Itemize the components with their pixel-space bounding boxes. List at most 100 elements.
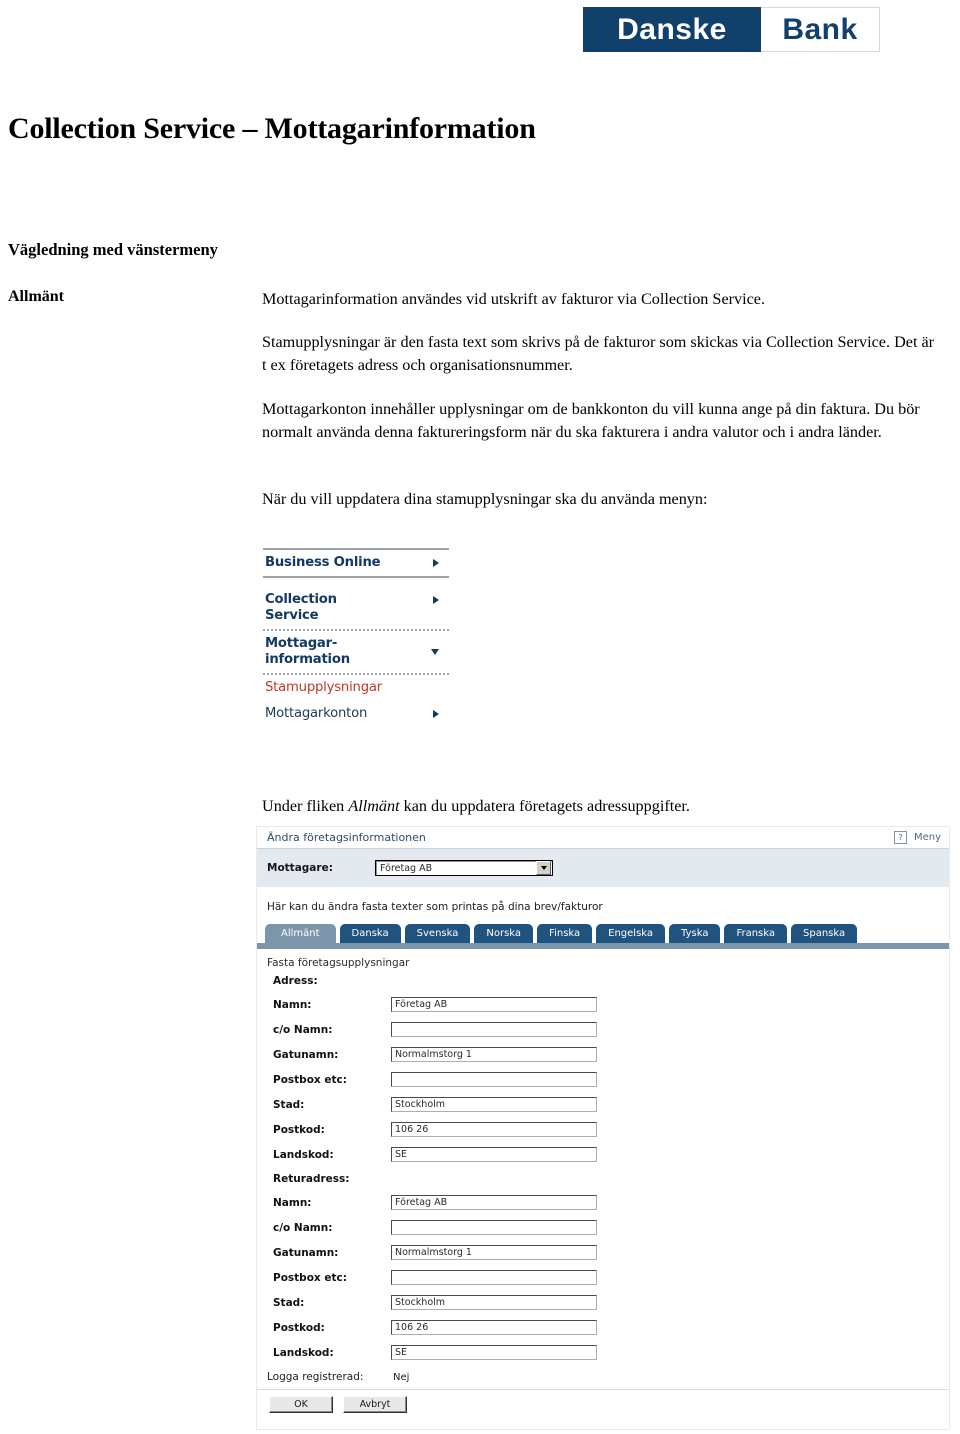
paragraph-1: Mottagarinformation användes vid utskrif…: [262, 290, 766, 308]
return-postkod-label: Postkod:: [273, 1321, 325, 1334]
logo-registered-label: Logga registrerad:: [267, 1371, 364, 1383]
return-landskod-input[interactable]: SE: [391, 1345, 597, 1360]
paragraph-4: När du vill uppdatera dina stamupplysnin…: [262, 490, 708, 508]
return-gatunamn-label: Gatunamn:: [273, 1246, 339, 1259]
menu-item-business-online[interactable]: Business Online: [263, 550, 451, 576]
logo-bank-word: Bank: [761, 7, 880, 52]
chevron-right-icon: [433, 559, 439, 567]
paragraph-5-after: kan du uppdatera företagets adressuppgif…: [399, 797, 690, 815]
table-row: Gatunamn: Normalmstorg 1: [267, 1240, 949, 1265]
logo-registered-row: Logga registrerad: Nej: [267, 1365, 949, 1389]
tab-tyska[interactable]: Tyska: [669, 924, 721, 943]
address-landskod-input[interactable]: SE: [391, 1147, 597, 1162]
menu-item-business-online-label: Business Online: [265, 555, 381, 570]
return-postbox-label: Postbox etc:: [273, 1271, 347, 1284]
address-co-namn-input[interactable]: [391, 1022, 597, 1037]
field-row: c/o Namn:: [267, 1017, 949, 1042]
paragraph-3: Mottagarkonton innehåller upplysningar o…: [262, 400, 920, 441]
logo-danske-word: Danske: [583, 7, 761, 52]
field-row: Namn: Företag AB: [267, 992, 949, 1017]
left-menu-screenshot: Business Online Collection Service Mottag…: [263, 548, 451, 727]
return-namn-input[interactable]: Företag AB: [391, 1195, 597, 1210]
address-stad-label: Stad:: [273, 1098, 305, 1111]
tab-norska[interactable]: Norska: [474, 924, 534, 943]
return-namn-label: Namn:: [273, 1196, 312, 1209]
return-co-namn-input[interactable]: [391, 1220, 597, 1235]
paragraph-5-before: Under fliken: [262, 797, 349, 815]
menu-item-collection-service[interactable]: Collection Service: [263, 587, 451, 629]
return-stad-input[interactable]: Stockholm: [391, 1295, 597, 1310]
cancel-button[interactable]: Avbryt: [343, 1396, 407, 1413]
tab-allmant[interactable]: Allmänt: [265, 924, 336, 943]
address-section-title: Adress:: [273, 975, 318, 987]
tab-danska[interactable]: Danska: [339, 924, 401, 943]
table-row: Namn: Företag AB: [267, 1190, 949, 1215]
chevron-down-icon[interactable]: [536, 861, 551, 875]
ok-button[interactable]: OK: [269, 1396, 333, 1413]
recipient-select-value: Företag AB: [380, 862, 433, 874]
table-row: Landskod: SE: [267, 1340, 949, 1365]
menu-item-mottagarkonton[interactable]: Mottagarkonton: [263, 701, 451, 727]
address-postkod-input[interactable]: 106 26: [391, 1122, 597, 1137]
field-row: Postkod: 106 26: [267, 1117, 949, 1142]
return-postkod-input[interactable]: 106 26: [391, 1320, 597, 1335]
address-postbox-label: Postbox etc:: [273, 1073, 347, 1086]
tab-spanska[interactable]: Spanska: [791, 924, 858, 943]
menu-item-stamupplysningar[interactable]: Stamupplysningar: [263, 675, 451, 701]
address-landskod-label: Landskod:: [273, 1148, 334, 1161]
address-gatunamn-label: Gatunamn:: [273, 1048, 339, 1061]
table-row: Postbox etc:: [267, 1265, 949, 1290]
address-stad-input[interactable]: Stockholm: [391, 1097, 597, 1112]
app-title: Ändra företagsinformationen: [267, 831, 426, 844]
table-row: Postkod: 106 26: [267, 1315, 949, 1340]
menu-item-stamupplysningar-label: Stamupplysningar: [265, 680, 382, 695]
recipient-select[interactable]: Företag AB: [375, 860, 553, 876]
menu-spacer-1: [263, 578, 451, 587]
return-section-title: Returadress:: [273, 1173, 350, 1185]
paragraph-5: Under fliken Allmänt kan du uppdatera fö…: [262, 795, 942, 818]
question-mark-icon[interactable]: ?: [893, 831, 907, 844]
menu-item-collection-service-label: Collection Service: [265, 592, 337, 623]
menu-item-mottagarinformation-label: Mottagar-information: [265, 636, 350, 667]
field-row: Gatunamn: Normalmstorg 1: [267, 1042, 949, 1067]
chevron-right-icon: [433, 710, 439, 718]
group-title: Fasta företagsupplysningar: [267, 957, 410, 969]
chevron-down-icon: [431, 649, 439, 655]
danske-bank-logo: Danske Bank: [583, 7, 880, 52]
paragraph-2: Stamupplysningar är den fasta text som s…: [262, 333, 935, 374]
return-landskod-label: Landskod:: [273, 1346, 334, 1359]
table-row: Stad: Stockholm: [267, 1290, 949, 1315]
address-namn-label: Namn:: [273, 998, 312, 1011]
logo-registered-value: Nej: [393, 1371, 410, 1383]
page-title: Collection Service – Mottagarinformation: [8, 112, 536, 145]
app-titlebar: Ändra företagsinformationen ? Meny: [257, 827, 949, 849]
recipient-row: Mottagare: Företag AB: [257, 849, 949, 887]
language-tabstrip: Allmänt Danska Svenska Norska Finska Eng…: [257, 924, 949, 949]
return-stad-label: Stad:: [273, 1296, 305, 1309]
address-postbox-input[interactable]: [391, 1072, 597, 1087]
form-button-bar: OK Avbryt: [257, 1389, 949, 1421]
meny-link[interactable]: Meny: [914, 832, 941, 843]
subheading: Vägledning med vänstermeny: [8, 240, 218, 259]
tab-svenska[interactable]: Svenska: [404, 924, 471, 943]
field-row: Landskod: SE: [267, 1142, 949, 1167]
return-co-namn-label: c/o Namn:: [273, 1221, 333, 1234]
paragraph-5-italic-allmant: Allmänt: [348, 797, 400, 815]
menu-item-mottagarinformation[interactable]: Mottagar-information: [263, 631, 451, 673]
return-gatunamn-input[interactable]: Normalmstorg 1: [391, 1245, 597, 1260]
section-label-allmant: Allmänt: [8, 288, 64, 305]
tab-engelska[interactable]: Engelska: [596, 924, 666, 943]
app-titlebar-actions: ? Meny: [893, 831, 941, 844]
menu-item-mottagarkonton-label: Mottagarkonton: [265, 706, 368, 721]
return-postbox-input[interactable]: [391, 1270, 597, 1285]
tab-finska[interactable]: Finska: [537, 924, 593, 943]
address-postkod-label: Postkod:: [273, 1123, 325, 1136]
field-row: Stad: Stockholm: [267, 1092, 949, 1117]
recipient-label: Mottagare:: [267, 862, 333, 874]
form-hint: Här kan du ändra fasta texter som printa…: [257, 887, 949, 924]
app-bottom-strip: [257, 1421, 949, 1429]
tab-franska[interactable]: Franska: [724, 924, 788, 943]
address-gatunamn-input[interactable]: Normalmstorg 1: [391, 1047, 597, 1062]
table-row: c/o Namn:: [267, 1215, 949, 1240]
address-namn-input[interactable]: Företag AB: [391, 997, 597, 1012]
